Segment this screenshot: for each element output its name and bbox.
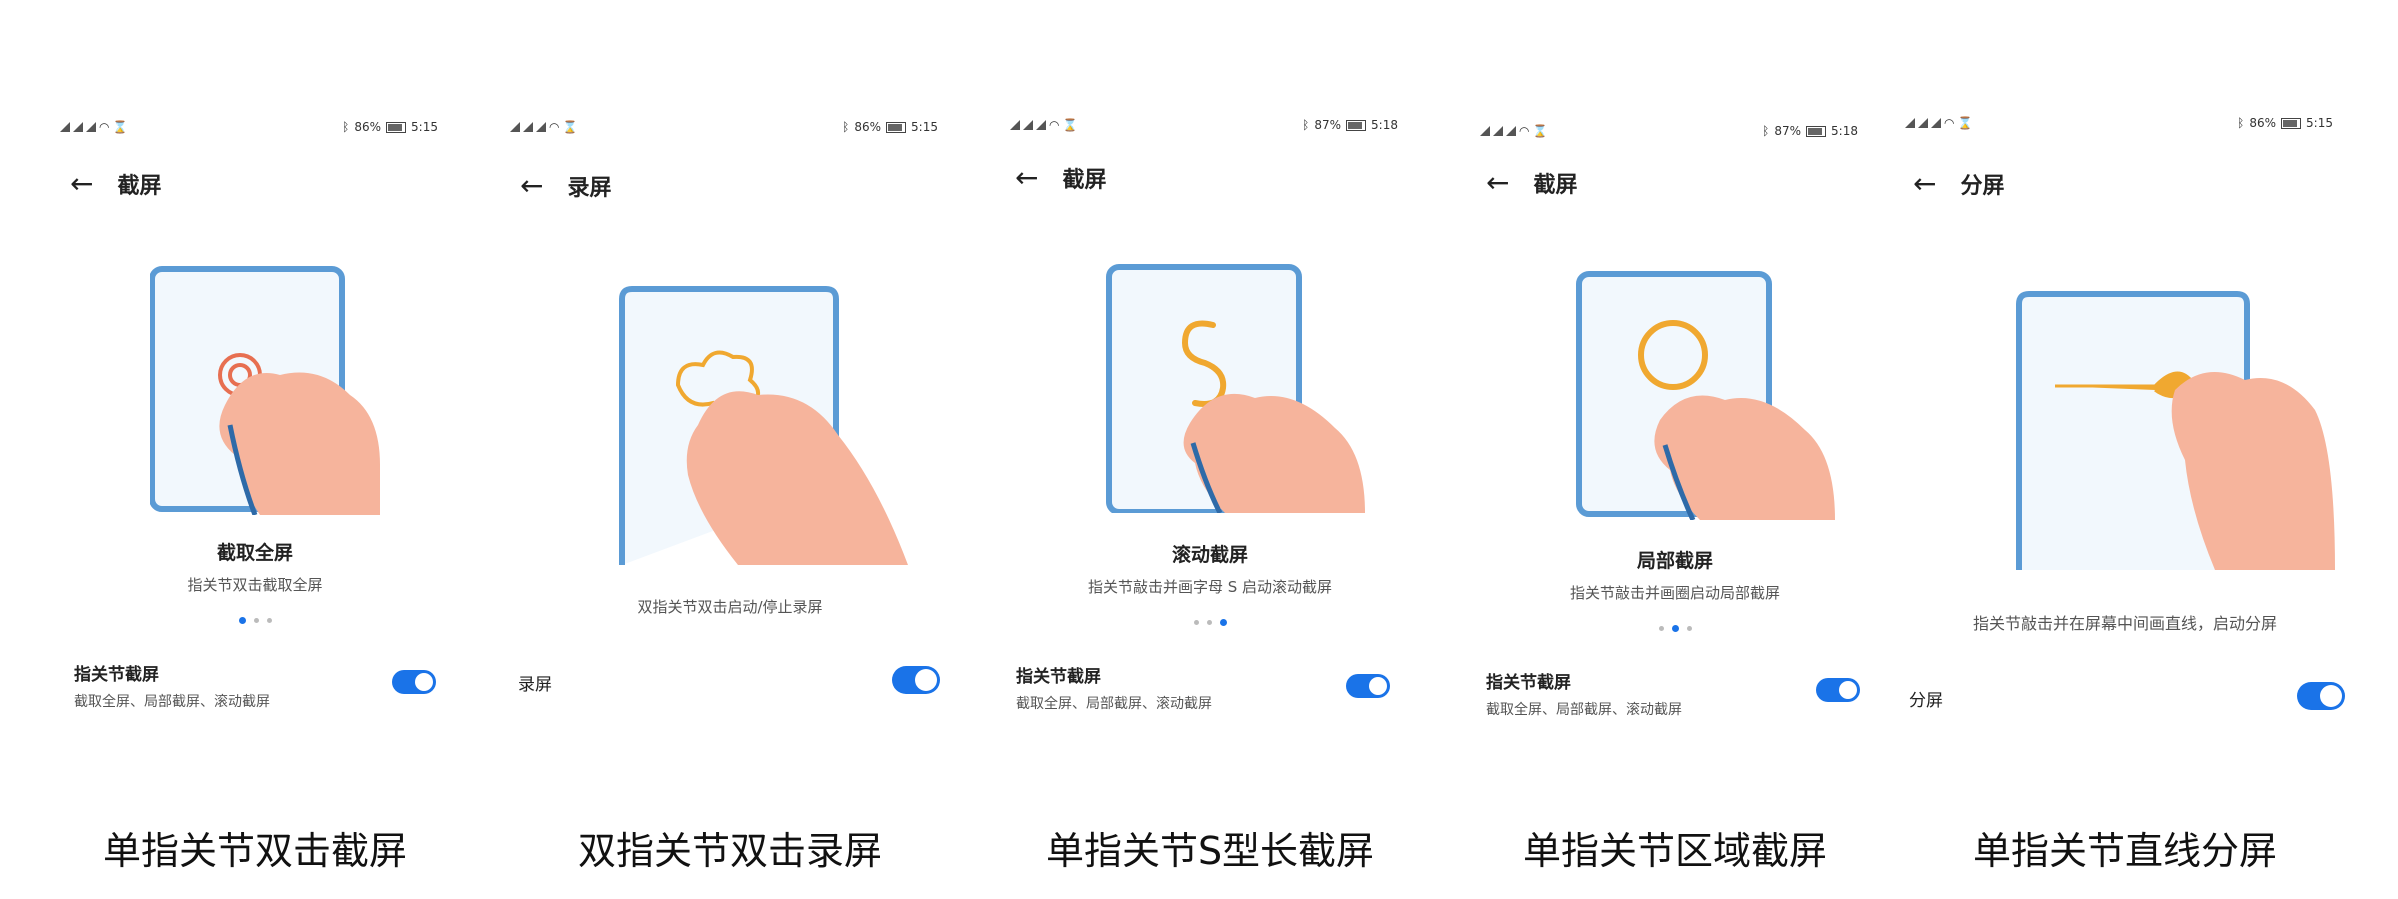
gesture-illustration [150, 266, 380, 515]
battery-icon [386, 121, 407, 133]
page-title: 录屏 [567, 176, 612, 201]
bluetooth-icon: ᛒ [342, 120, 350, 134]
gesture-description: 指关节敲击并画圈启动局部截屏 [1569, 584, 1780, 602]
page-title: 分屏 [1960, 174, 2005, 199]
page-header: ← 截屏 [70, 168, 161, 200]
battery-percent: 87% [1314, 118, 1342, 132]
setting-subtitle: 截取全屏、局部截屏、滚动截屏 [74, 694, 270, 710]
gesture-caption: 局部截屏 [1636, 550, 1713, 572]
panel-full-screenshot: ◠ ⌛ ᛒ 86% 5:15 ← 截屏 截取全屏 指关节双击截取全屏 指关节截屏 截取… [50, 0, 460, 899]
page-title: 截屏 [1533, 173, 1578, 198]
gesture-description: 指关节敲击并在屏幕中间画直线，启动分屏 [1972, 614, 2277, 633]
signal-icons: ◠ ⌛ [1010, 118, 1077, 132]
gesture-illustration [1576, 271, 1835, 520]
status-bar: ◠ ⌛ ᛒ 87% 5:18 [1470, 124, 1880, 148]
battery-percent: 86% [854, 120, 882, 134]
status-bar: ◠ ⌛ ᛒ 86% 5:15 [50, 120, 460, 144]
setting-title: 指关节截屏 [1486, 673, 1571, 693]
screen-recording-setting[interactable]: 录屏 [518, 666, 940, 695]
page-header: ← 截屏 [1486, 167, 1577, 199]
status-bar: ◠ ⌛ ᛒ 86% 5:15 [500, 120, 960, 144]
page-header: ← 分屏 [1913, 168, 2004, 200]
panel-partial-screenshot: ◠ ⌛ ᛒ 87% 5:18 ← 截屏 局部截屏 指关节敲击并画圈启动局部截屏 指关节… [1470, 0, 1880, 899]
status-bar: ◠ ⌛ ᛒ 86% 5:15 [1895, 116, 2355, 140]
setting-title: 录屏 [518, 675, 552, 695]
setting-toggle[interactable] [2297, 682, 2345, 710]
signal-icons: ◠ ⌛ [1905, 116, 1972, 130]
gesture-caption: 滚动截屏 [1171, 544, 1248, 566]
page-title: 截屏 [1062, 168, 1107, 193]
gesture-description: 指关节双击截取全屏 [187, 576, 323, 594]
battery-icon [2281, 117, 2302, 129]
back-arrow-icon[interactable]: ← [1486, 169, 1509, 197]
battery-percent: 86% [2249, 116, 2277, 130]
hourglass-icon: ⌛ [112, 120, 128, 134]
gesture-illustration [2016, 291, 2335, 570]
back-arrow-icon[interactable]: ← [1015, 164, 1038, 192]
page-header: ← 截屏 [1015, 162, 1106, 194]
hourglass-icon: ⌛ [1532, 124, 1548, 138]
battery-icon [1346, 119, 1367, 131]
panel-screen-recording: ◠ ⌛ ᛒ 86% 5:15 ← 录屏 双指关节双击启动/停止录屏 录屏 双指关节双击… [500, 0, 960, 899]
bluetooth-icon: ᛒ [1762, 124, 1770, 138]
hourglass-icon: ⌛ [562, 120, 578, 134]
knuckle-screenshot-setting[interactable]: 指关节截屏 截取全屏、局部截屏、滚动截屏 [1486, 668, 1860, 719]
hourglass-icon: ⌛ [1957, 116, 1973, 130]
page-indicator [50, 617, 460, 624]
bluetooth-icon: ᛒ [2237, 116, 2245, 130]
signal-icons: ◠ ⌛ [1480, 124, 1547, 138]
wifi-icon: ◠ [549, 120, 560, 134]
knuckle-screenshot-setting[interactable]: 指关节截屏 截取全屏、局部截屏、滚动截屏 [1016, 662, 1390, 713]
panel-scroll-screenshot: ◠ ⌛ ᛒ 87% 5:18 ← 截屏 滚动截屏 指关节敲击并画字母 S 启动滚动截屏… [1000, 0, 1420, 899]
battery-icon [886, 121, 907, 133]
wifi-icon: ◠ [1519, 124, 1530, 138]
setting-toggle[interactable] [1346, 674, 1390, 698]
knuckle-screenshot-setting[interactable]: 指关节截屏 截取全屏、局部截屏、滚动截屏 [74, 660, 436, 711]
panel-split-screen: ◠ ⌛ ᛒ 86% 5:15 ← 分屏 指关节敲击并在屏幕中间画直线，启动分屏 分屏 … [1895, 0, 2355, 899]
setting-title: 分屏 [1909, 691, 1943, 711]
setting-title: 指关节截屏 [74, 665, 159, 685]
page-header: ← 录屏 [520, 170, 611, 202]
battery-icon [1806, 125, 1827, 137]
page-indicator [1000, 619, 1420, 626]
hourglass-icon: ⌛ [1062, 118, 1078, 132]
split-screen-setting[interactable]: 分屏 [1909, 682, 2345, 711]
status-time: 5:18 [1371, 118, 1398, 132]
battery-percent: 86% [354, 120, 382, 134]
signal-icons: ◠ ⌛ [510, 120, 577, 134]
page-indicator [1470, 625, 1880, 632]
page-title: 截屏 [117, 174, 162, 199]
setting-toggle[interactable] [892, 666, 940, 694]
bottom-label: 单指关节双击截屏 [102, 829, 407, 873]
bluetooth-icon: ᛒ [1302, 118, 1310, 132]
setting-title: 指关节截屏 [1016, 667, 1101, 687]
setting-toggle[interactable] [1816, 678, 1860, 702]
back-arrow-icon[interactable]: ← [520, 172, 543, 200]
status-time: 5:15 [411, 120, 438, 134]
gesture-caption: 截取全屏 [216, 542, 293, 564]
wifi-icon: ◠ [99, 120, 110, 134]
back-arrow-icon[interactable]: ← [70, 170, 93, 198]
status-time: 5:15 [911, 120, 938, 134]
bottom-label: 单指关节S型长截屏 [1045, 829, 1375, 873]
bottom-label: 单指关节区域截屏 [1522, 829, 1827, 873]
bluetooth-icon: ᛒ [842, 120, 850, 134]
signal-icons: ◠ ⌛ [60, 120, 127, 134]
bottom-label: 单指关节直线分屏 [1972, 829, 2277, 873]
gesture-description: 指关节敲击并画字母 S 启动滚动截屏 [1087, 578, 1333, 596]
gesture-description: 双指关节双击启动/停止录屏 [637, 598, 823, 616]
status-time: 5:18 [1831, 124, 1858, 138]
status-time: 5:15 [2306, 116, 2333, 130]
setting-subtitle: 截取全屏、局部截屏、滚动截屏 [1016, 696, 1212, 712]
setting-subtitle: 截取全屏、局部截屏、滚动截屏 [1486, 702, 1682, 718]
setting-toggle[interactable] [392, 670, 436, 694]
wifi-icon: ◠ [1049, 118, 1060, 132]
gesture-illustration [1106, 264, 1365, 513]
status-bar: ◠ ⌛ ᛒ 87% 5:18 [1000, 118, 1420, 142]
bottom-label: 双指关节双击录屏 [577, 829, 882, 873]
back-arrow-icon[interactable]: ← [1913, 170, 1936, 198]
gesture-illustration [619, 286, 908, 565]
wifi-icon: ◠ [1944, 116, 1955, 130]
battery-percent: 87% [1774, 124, 1802, 138]
